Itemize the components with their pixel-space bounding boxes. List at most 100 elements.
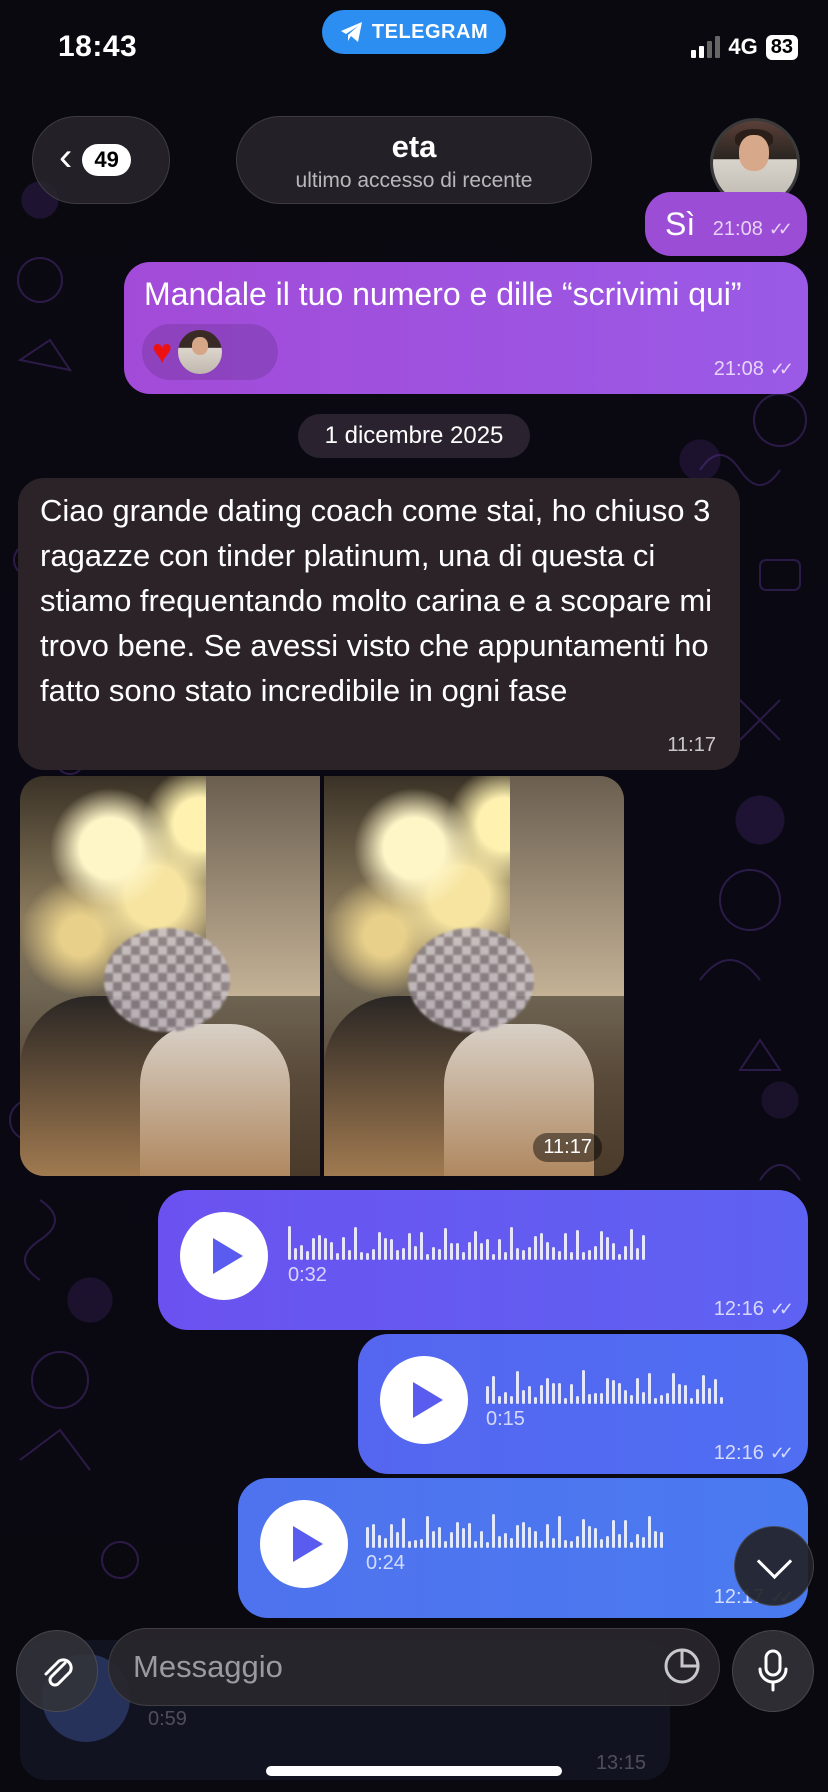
- waveform-bar: [498, 1239, 501, 1260]
- voice-duration: 0:15: [486, 1408, 525, 1430]
- back-button[interactable]: ‹ 49: [32, 116, 170, 204]
- message-meta: 21:08 ✓✓: [714, 358, 794, 381]
- message-input[interactable]: Messaggio: [108, 1628, 720, 1706]
- waveform-bar: [546, 1524, 549, 1548]
- waveform-bar: [678, 1384, 681, 1404]
- home-indicator[interactable]: [266, 1766, 562, 1776]
- waveform-bar: [504, 1252, 507, 1260]
- status-indicators: 4G 83: [691, 34, 798, 60]
- waveform-bar: [312, 1238, 315, 1260]
- waveform-bar: [528, 1247, 531, 1260]
- microphone-icon: [758, 1649, 788, 1692]
- waveform-bar: [564, 1398, 567, 1404]
- message-time: 12:16: [713, 1298, 764, 1320]
- message-time: 12:16: [713, 1442, 764, 1464]
- play-icon: [213, 1238, 243, 1274]
- message-text: Ciao grande dating coach come stai, ho c…: [40, 493, 713, 708]
- waveform-bar: [588, 1394, 591, 1404]
- waveform-bar: [636, 1534, 639, 1548]
- waveform-bar: [558, 1383, 561, 1404]
- waveform-bar: [504, 1533, 507, 1548]
- waveform-bar: [522, 1250, 525, 1260]
- waveform-bar: [414, 1540, 417, 1548]
- waveform-bar: [372, 1249, 375, 1260]
- waveform-bar: [402, 1518, 405, 1548]
- message-time: 11:17: [667, 734, 716, 756]
- play-button[interactable]: [260, 1500, 348, 1588]
- waveform-bar: [450, 1532, 453, 1548]
- voice-message[interactable]: 0:15 12:16 ✓✓: [358, 1334, 808, 1474]
- photo-2[interactable]: 11:17: [324, 776, 624, 1176]
- waveform-bar: [354, 1227, 357, 1260]
- waveform[interactable]: [486, 1368, 723, 1404]
- photo-1[interactable]: [20, 776, 320, 1176]
- waveform-bar: [516, 1525, 519, 1548]
- waveform-bar: [318, 1235, 321, 1260]
- waveform-bar: [522, 1390, 525, 1404]
- waveform-bar: [600, 1539, 603, 1548]
- waveform-bar: [612, 1520, 615, 1548]
- double-check-icon: ✓✓: [769, 1299, 794, 1319]
- double-check-icon: ✓✓: [769, 1443, 794, 1463]
- telegram-pill[interactable]: TELEGRAM: [322, 10, 506, 54]
- voice-message[interactable]: 0:32 12:16 ✓✓: [158, 1190, 808, 1330]
- chat-title[interactable]: eta ultimo accesso di recente: [236, 116, 592, 204]
- microphone-button[interactable]: [732, 1630, 814, 1712]
- waveform-bar: [636, 1248, 639, 1260]
- waveform-bar: [606, 1536, 609, 1548]
- attach-button[interactable]: [16, 1630, 98, 1712]
- message-outgoing[interactable]: Sì 21:08 ✓✓: [645, 192, 807, 256]
- photo-album[interactable]: 11:17: [20, 776, 624, 1176]
- scroll-to-bottom-button[interactable]: [734, 1526, 814, 1606]
- waveform-bar: [450, 1243, 453, 1260]
- waveform-bar: [576, 1230, 579, 1260]
- waveform-bar: [324, 1238, 327, 1260]
- waveform-bar: [672, 1373, 675, 1404]
- waveform-bar: [420, 1539, 423, 1548]
- waveform[interactable]: [288, 1224, 645, 1260]
- waveform-bar: [486, 1542, 489, 1548]
- chevron-left-icon: ‹: [59, 135, 73, 179]
- voice-message[interactable]: 0:24 12:17✓✓: [238, 1478, 808, 1618]
- waveform-bar: [504, 1392, 507, 1404]
- waveform-bar: [390, 1524, 393, 1548]
- battery-icon: 83: [765, 34, 798, 60]
- waveform-bar: [564, 1540, 567, 1548]
- waveform-bar: [576, 1536, 579, 1548]
- message-reactions[interactable]: ♥: [142, 324, 278, 380]
- waveform-bar: [594, 1246, 597, 1260]
- voice-duration: 0:32: [288, 1264, 327, 1286]
- waveform-bar: [414, 1246, 417, 1260]
- waveform-bar: [636, 1378, 639, 1404]
- waveform-bar: [492, 1254, 495, 1260]
- waveform-bar: [708, 1388, 711, 1404]
- waveform-bar: [438, 1527, 441, 1548]
- waveform-bar: [516, 1371, 519, 1404]
- message-outgoing[interactable]: Mandale il tuo numero e dille “scrivimi …: [124, 262, 808, 394]
- waveform-bar: [618, 1383, 621, 1404]
- play-button[interactable]: [180, 1212, 268, 1300]
- waveform-bar: [588, 1526, 591, 1548]
- waveform[interactable]: [366, 1512, 663, 1548]
- sticker-icon[interactable]: [663, 1647, 701, 1685]
- waveform-bar: [660, 1532, 663, 1548]
- waveform-bar: [642, 1537, 645, 1548]
- waveform-bar: [474, 1541, 477, 1548]
- waveform-bar: [360, 1252, 363, 1260]
- waveform-bar: [366, 1253, 369, 1260]
- chat-name: eta: [391, 129, 437, 164]
- waveform-bar: [540, 1541, 543, 1548]
- waveform-bar: [516, 1248, 519, 1260]
- waveform-bar: [456, 1522, 459, 1548]
- message-incoming[interactable]: Ciao grande dating coach come stai, ho c…: [18, 478, 740, 770]
- waveform-bar: [288, 1226, 291, 1260]
- waveform-bar: [474, 1231, 477, 1260]
- chat-last-seen: ultimo accesso di recente: [295, 169, 533, 192]
- waveform-bar: [612, 1243, 615, 1260]
- play-button[interactable]: [380, 1356, 468, 1444]
- waveform-bar: [426, 1254, 429, 1260]
- waveform-bar: [618, 1534, 621, 1548]
- waveform-bar: [690, 1398, 693, 1404]
- waveform-bar: [330, 1242, 333, 1260]
- telegram-pill-label: TELEGRAM: [371, 20, 489, 43]
